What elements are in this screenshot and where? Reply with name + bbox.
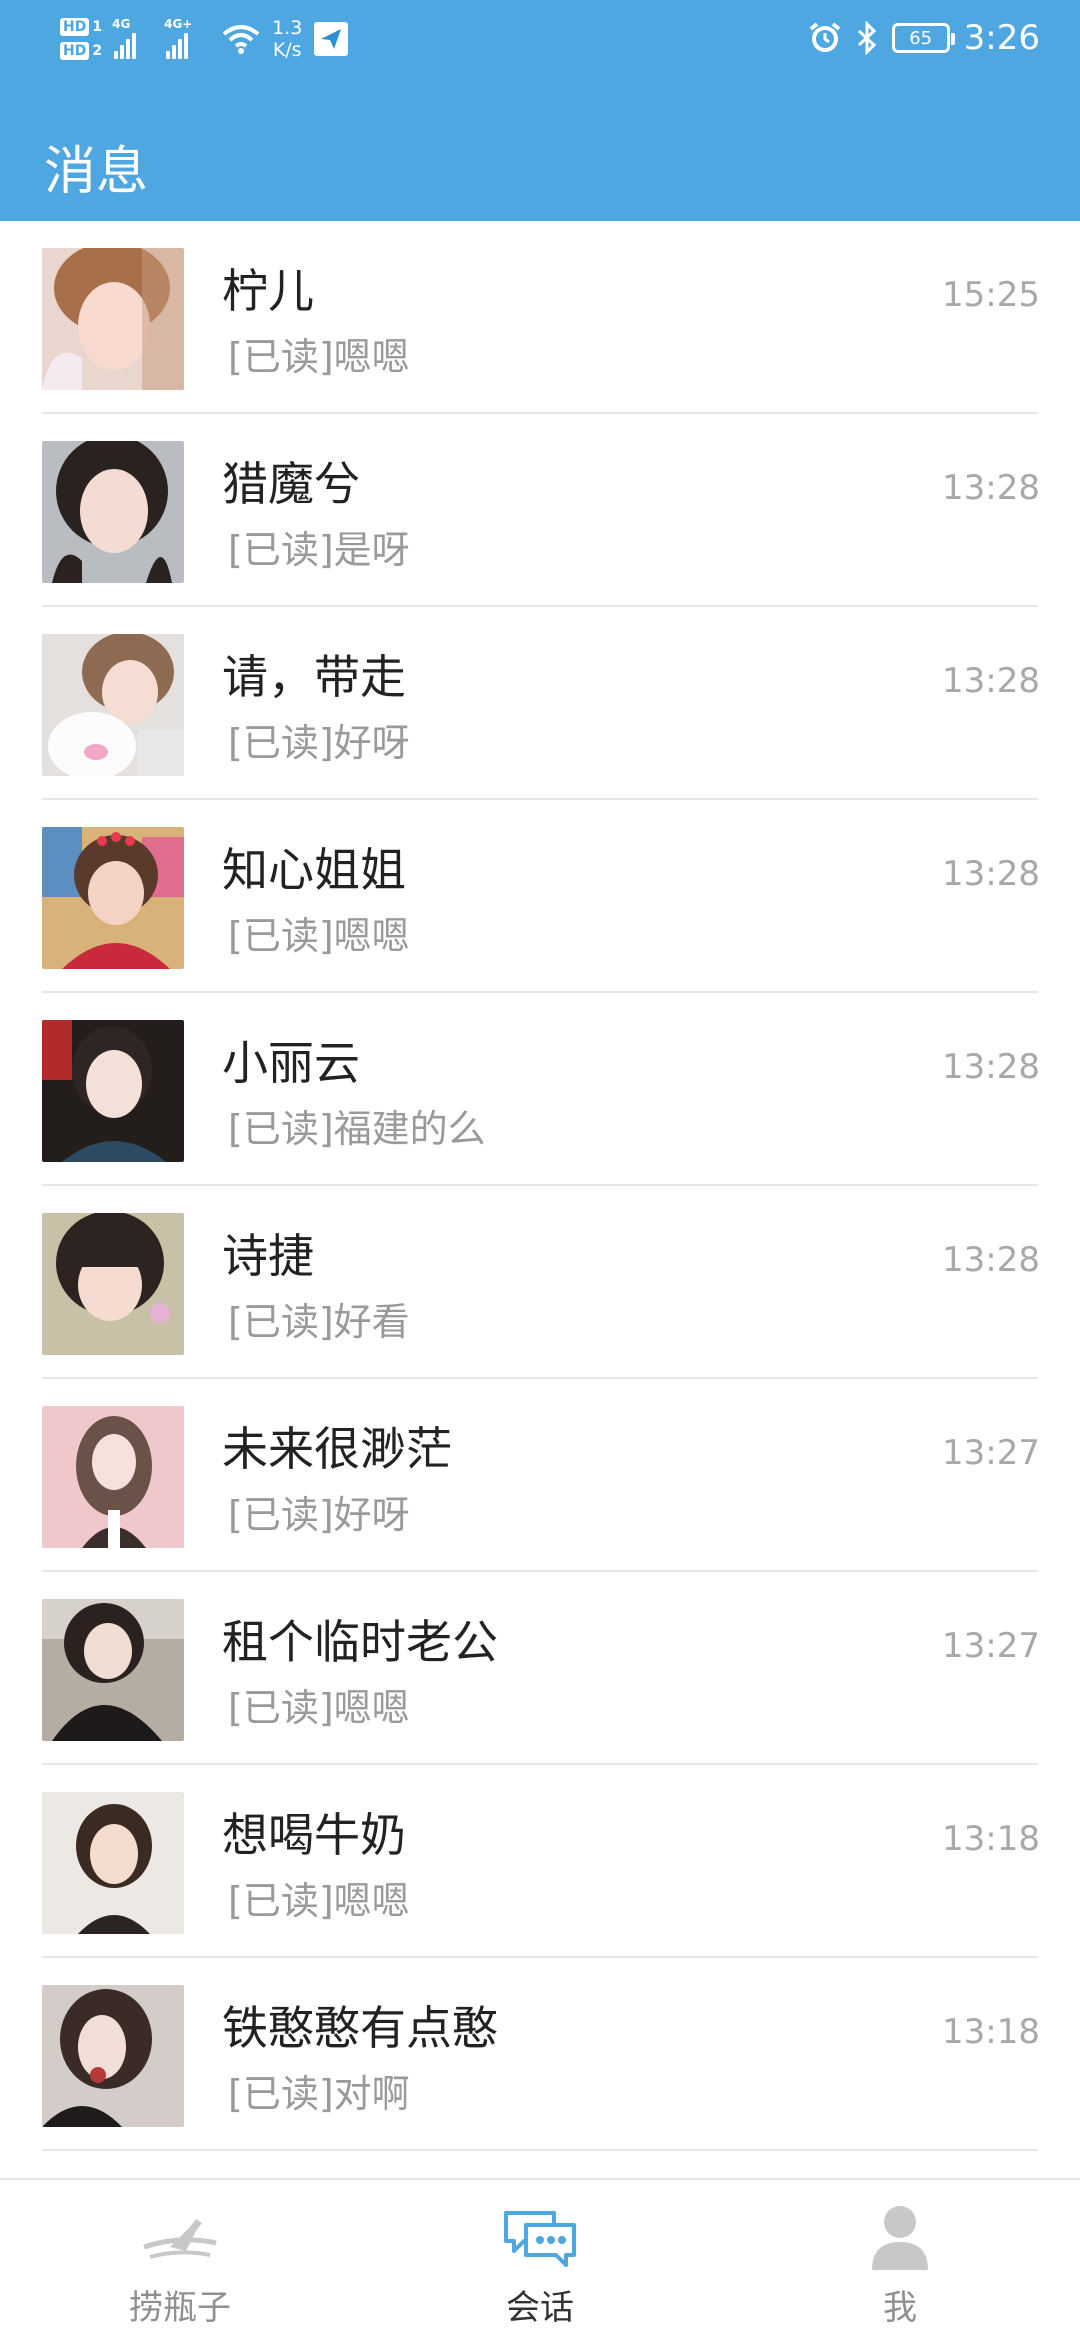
network-speed: 1.3 K/s: [272, 17, 302, 61]
bottle-icon: [140, 2202, 220, 2274]
message-preview: [已读]好呀: [228, 1493, 410, 1537]
signal-icon: 4G: [112, 17, 154, 59]
contact-name: 知心姐姐: [222, 843, 406, 897]
bluetooth-icon: [857, 21, 876, 55]
avatar[interactable]: [42, 1792, 184, 1934]
message-preview: [已读]嗯嗯: [228, 1686, 410, 1730]
tab-me[interactable]: 我: [780, 2180, 1020, 2340]
message-time: 13:18: [942, 2012, 1040, 2052]
tab-label: 我: [883, 2288, 917, 2328]
message-time: 13:27: [942, 1626, 1040, 1666]
conversation-item[interactable]: 柠儿 [已读]嗯嗯 15:25: [0, 221, 1080, 414]
tab-label: 捞瓶子: [129, 2288, 231, 2328]
contact-name: 未来很渺茫: [222, 1422, 452, 1476]
contact-name: 猎魔兮: [222, 457, 360, 511]
tab-label: 会话: [506, 2288, 574, 2328]
sim-indicators: HD 1 HD 2: [60, 18, 102, 60]
battery-level: 65: [909, 27, 933, 49]
contact-name: 柠儿: [222, 264, 314, 318]
message-preview: [已读]好呀: [228, 721, 410, 765]
message-time: 13:27: [942, 1433, 1040, 1473]
message-time: 13:18: [942, 1819, 1040, 1859]
avatar[interactable]: [42, 1213, 184, 1355]
message-preview: [已读]嗯嗯: [228, 1879, 410, 1923]
message-time: 13:28: [942, 468, 1040, 508]
avatar[interactable]: [42, 1020, 184, 1162]
contact-name: 诗捷: [222, 1229, 314, 1283]
contact-name: 小丽云: [222, 1036, 360, 1090]
hd-badge: HD: [60, 42, 90, 60]
avatar[interactable]: [42, 441, 184, 583]
message-preview: [已读]对啊: [228, 2072, 410, 2116]
bottom-tab-bar: 捞瓶子 会话 我: [0, 2178, 1080, 2340]
avatar[interactable]: [42, 1406, 184, 1548]
tab-chat[interactable]: 会话: [420, 2180, 660, 2340]
message-preview: [已读]嗯嗯: [228, 914, 410, 958]
conversation-list: 柠儿 [已读]嗯嗯 15:25 猎魔兮 [已读]是呀 13:28 请，带走 [已…: [0, 221, 1080, 2211]
alarm-icon: [809, 22, 840, 52]
conversation-item[interactable]: 想喝牛奶 [已读]嗯嗯 13:18: [0, 1765, 1080, 1958]
battery-icon: 65: [891, 23, 955, 53]
avatar[interactable]: [42, 827, 184, 969]
avatar[interactable]: [42, 1599, 184, 1741]
conversation-item[interactable]: 租个临时老公 [已读]嗯嗯 13:27: [0, 1572, 1080, 1765]
status-left: HD 1 HD 2 4G 4G+ 1.3 K/s: [60, 6, 349, 72]
message-time: 13:28: [942, 1047, 1040, 1087]
message-time: 13:28: [942, 661, 1040, 701]
contact-name: 想喝牛奶: [222, 1808, 406, 1862]
message-time: 15:25: [942, 275, 1040, 315]
message-preview: [已读]好看: [228, 1300, 410, 1344]
send-app-icon: [314, 22, 349, 56]
page-title: 消息: [44, 142, 149, 202]
avatar[interactable]: [42, 634, 184, 776]
avatar[interactable]: [42, 1985, 184, 2127]
tab-bottle[interactable]: 捞瓶子: [60, 2180, 300, 2340]
avatar[interactable]: [42, 248, 184, 390]
signal-icon: 4G+: [164, 17, 210, 59]
conversation-item[interactable]: 诗捷 [已读]好看 13:28: [0, 1186, 1080, 1379]
conversation-item[interactable]: 小丽云 [已读]福建的么 13:28: [0, 993, 1080, 1186]
network-type-label: 4G: [112, 17, 131, 31]
contact-name: 铁憨憨有点憨: [222, 2001, 498, 2055]
speed-value: 1.3: [272, 17, 303, 39]
contact-name: 请，带走: [222, 650, 406, 704]
speed-unit: K/s: [272, 39, 302, 61]
sim-number: 1: [92, 19, 103, 35]
conversation-item[interactable]: 铁憨憨有点憨 [已读]对啊 13:18: [0, 1958, 1080, 2151]
conversation-item[interactable]: 猎魔兮 [已读]是呀 13:28: [0, 414, 1080, 607]
sim-number: 2: [92, 43, 103, 59]
top-app-bar: HD 1 HD 2 4G 4G+ 1.3 K/s 65 3:26 消息: [0, 0, 1080, 221]
message-time: 13:28: [942, 854, 1040, 894]
wifi-icon: [222, 25, 260, 54]
contact-name: 租个临时老公: [222, 1615, 498, 1669]
hd-badge: HD: [60, 18, 90, 36]
status-clock: 3:26: [963, 18, 1040, 58]
status-bar: HD 1 HD 2 4G 4G+ 1.3 K/s 65 3:26: [0, 0, 1080, 80]
user-icon: [870, 2202, 930, 2274]
conversation-item[interactable]: 未来很渺茫 [已读]好呀 13:27: [0, 1379, 1080, 1572]
chat-bubble-icon: [502, 2202, 578, 2274]
message-preview: [已读]是呀: [228, 528, 410, 572]
conversation-item[interactable]: 知心姐姐 [已读]嗯嗯 13:28: [0, 800, 1080, 993]
network-type-label: 4G+: [164, 17, 193, 31]
message-preview: [已读]嗯嗯: [228, 335, 410, 379]
status-right: 65 3:26: [808, 10, 1040, 66]
conversation-item[interactable]: 请，带走 [已读]好呀 13:28: [0, 607, 1080, 800]
message-time: 13:28: [942, 1240, 1040, 1280]
sim1-indicator: HD 1: [60, 18, 102, 36]
message-preview: [已读]福建的么: [228, 1107, 486, 1151]
sim2-indicator: HD 2: [60, 42, 102, 60]
